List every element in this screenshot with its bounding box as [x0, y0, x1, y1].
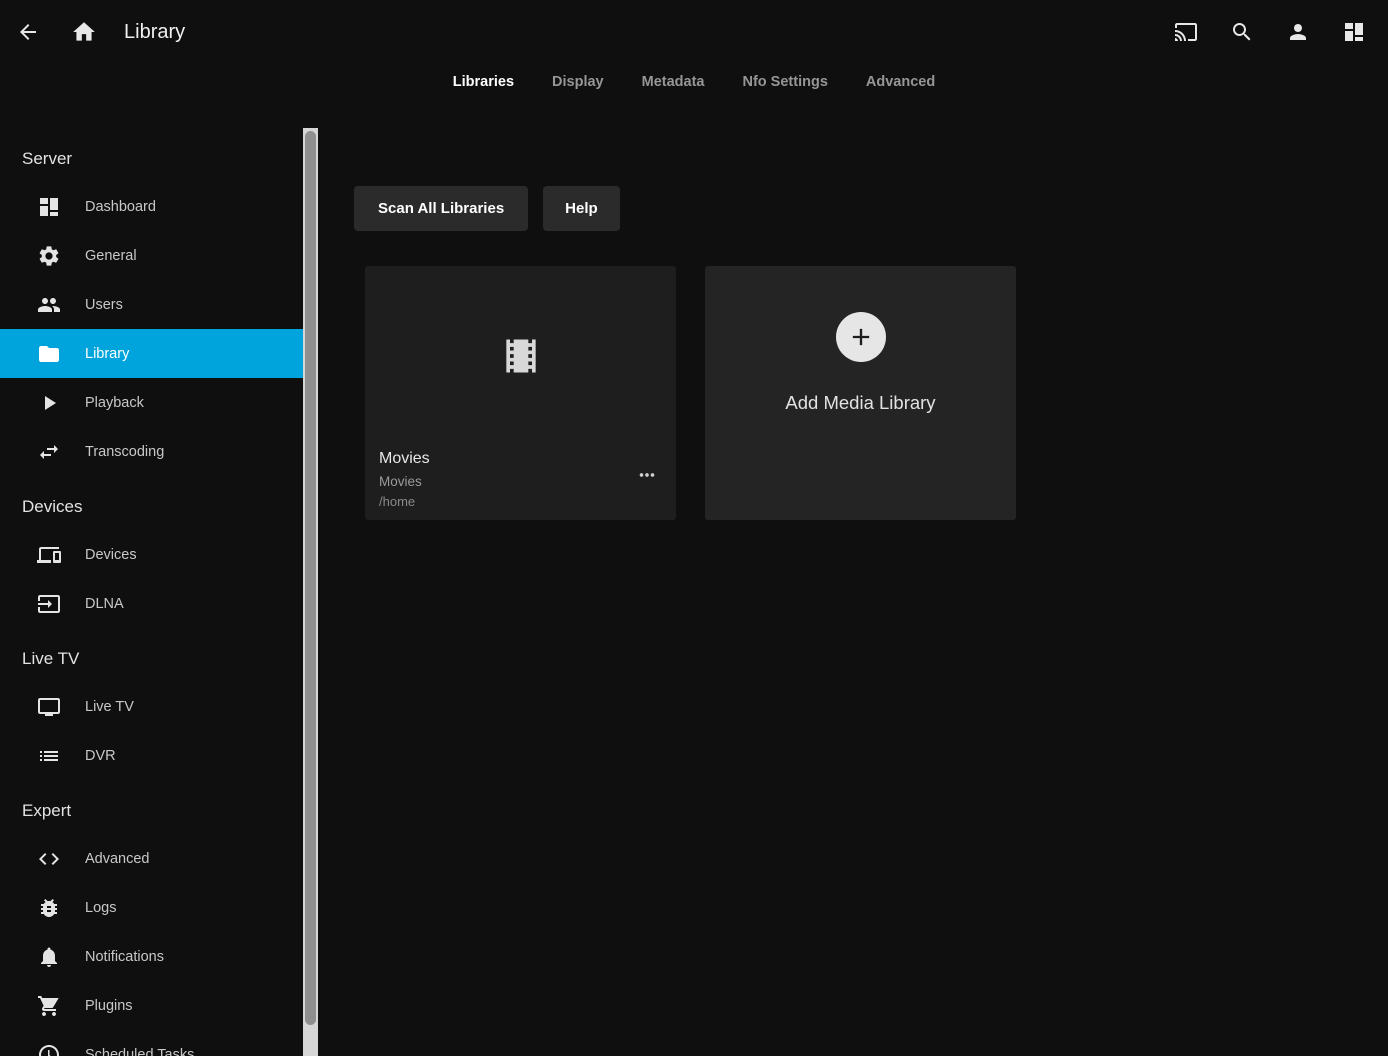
sidebar-item-notifications[interactable]: Notifications	[0, 932, 303, 981]
devices-icon	[37, 543, 61, 567]
back-icon	[16, 20, 40, 44]
dashboard-grid-icon	[1342, 20, 1366, 44]
sidebar-section-devices: Devices Devices DLNA	[0, 490, 303, 628]
sidebar-item-label: Devices	[85, 547, 137, 563]
sidebar-section-livetv: Live TV Live TV DVR	[0, 642, 303, 780]
tab-advanced[interactable]: Advanced	[860, 73, 941, 91]
cast-button[interactable]	[1158, 8, 1214, 56]
dashboard-icon	[37, 195, 61, 219]
tv-icon	[37, 695, 61, 719]
settings-tab-bar: Libraries Display Metadata Nfo Settings …	[0, 64, 1388, 100]
code-icon	[37, 847, 61, 871]
library-card-more-button[interactable]	[628, 458, 666, 492]
user-icon	[1286, 20, 1310, 44]
library-actions: Scan All Libraries Help	[354, 186, 1388, 231]
more-horizontal-icon	[636, 464, 658, 486]
film-strip-icon	[499, 334, 543, 378]
sidebar-item-label: DVR	[85, 748, 116, 764]
add-media-library-label: Add Media Library	[785, 392, 935, 414]
sidebar-heading-livetv: Live TV	[0, 642, 303, 676]
folder-icon	[37, 342, 61, 366]
library-card-image	[365, 266, 676, 446]
sidebar-item-label: Library	[85, 346, 129, 362]
sidebar-item-label: Playback	[85, 395, 144, 411]
bell-icon	[37, 945, 61, 969]
back-button[interactable]	[4, 8, 52, 56]
library-card-path: /home	[379, 494, 662, 509]
sidebar-item-library[interactable]: Library	[0, 329, 303, 378]
swap-icon	[37, 440, 61, 464]
sidebar-item-label: Live TV	[85, 699, 134, 715]
bug-icon	[37, 896, 61, 920]
sidebar-scrollbar-thumb[interactable]	[305, 131, 316, 1025]
users-icon	[37, 293, 61, 317]
library-card-title: Movies	[379, 450, 662, 468]
sidebar-item-playback[interactable]: Playback	[0, 378, 303, 427]
sidebar-item-devices[interactable]: Devices	[0, 530, 303, 579]
sidebar-item-general[interactable]: General	[0, 231, 303, 280]
top-navbar: Library	[0, 0, 1388, 64]
sidebar-item-dlna[interactable]: DLNA	[0, 579, 303, 628]
library-card-type: Movies	[379, 474, 662, 489]
header-actions	[1158, 8, 1382, 56]
sidebar-section-expert: Expert Advanced Logs Notifications Plugi…	[0, 794, 303, 1056]
sidebar-scrollbar-track[interactable]	[303, 128, 318, 1056]
home-button[interactable]	[60, 8, 108, 56]
sidebar-item-label: DLNA	[85, 596, 124, 612]
scan-all-libraries-button[interactable]: Scan All Libraries	[354, 186, 528, 231]
sidebar-item-scheduled-tasks[interactable]: Scheduled Tasks	[0, 1030, 303, 1056]
clock-icon	[37, 1043, 61, 1056]
sidebar-item-livetv[interactable]: Live TV	[0, 682, 303, 731]
input-icon	[37, 592, 61, 616]
search-icon	[1230, 20, 1254, 44]
sidebar-item-label: Scheduled Tasks	[85, 1047, 194, 1056]
tab-metadata[interactable]: Metadata	[636, 73, 711, 91]
add-media-library-card[interactable]: Add Media Library	[705, 266, 1016, 520]
gear-icon	[37, 244, 61, 268]
help-button[interactable]: Help	[543, 186, 620, 231]
sidebar-item-transcoding[interactable]: Transcoding	[0, 427, 303, 476]
sidebar-item-dashboard[interactable]: Dashboard	[0, 182, 303, 231]
play-icon	[37, 391, 61, 415]
list-icon	[37, 744, 61, 768]
cast-icon	[1174, 20, 1198, 44]
tab-display[interactable]: Display	[546, 73, 610, 91]
libraries-panel: Scan All Libraries Help Movies Movies /h…	[318, 128, 1388, 1056]
sidebar-heading-expert: Expert	[0, 794, 303, 828]
user-button[interactable]	[1270, 8, 1326, 56]
sidebar-item-label: Dashboard	[85, 199, 156, 215]
library-card-movies[interactable]: Movies Movies /home	[365, 266, 676, 520]
page-title: Library	[124, 21, 185, 44]
sidebar-heading-server: Server	[0, 142, 303, 176]
sidebar-item-label: Logs	[85, 900, 116, 916]
sidebar-item-label: Advanced	[85, 851, 150, 867]
sidebar-item-dvr[interactable]: DVR	[0, 731, 303, 780]
sidebar-item-label: Transcoding	[85, 444, 164, 460]
sidebar-heading-devices: Devices	[0, 490, 303, 524]
sidebar-item-logs[interactable]: Logs	[0, 883, 303, 932]
admin-sidebar: Server Dashboard General Users Library	[0, 128, 303, 1056]
sidebar-item-users[interactable]: Users	[0, 280, 303, 329]
sidebar-item-label: Notifications	[85, 949, 164, 965]
sidebar-item-plugins[interactable]: Plugins	[0, 981, 303, 1030]
sidebar-item-label: Users	[85, 297, 123, 313]
sidebar-item-label: Plugins	[85, 998, 133, 1014]
tab-nfo-settings[interactable]: Nfo Settings	[737, 73, 834, 91]
tab-libraries[interactable]: Libraries	[447, 73, 520, 91]
sidebar-item-label: General	[85, 248, 137, 264]
home-icon	[71, 19, 97, 45]
sidebar-item-advanced[interactable]: Advanced	[0, 834, 303, 883]
cart-icon	[37, 994, 61, 1018]
app-grid-button[interactable]	[1326, 8, 1382, 56]
sidebar-section-server: Server Dashboard General Users Library	[0, 142, 303, 476]
search-button[interactable]	[1214, 8, 1270, 56]
plus-circle-icon	[836, 312, 886, 362]
library-card-list: Movies Movies /home Add Media Library	[365, 266, 1388, 520]
